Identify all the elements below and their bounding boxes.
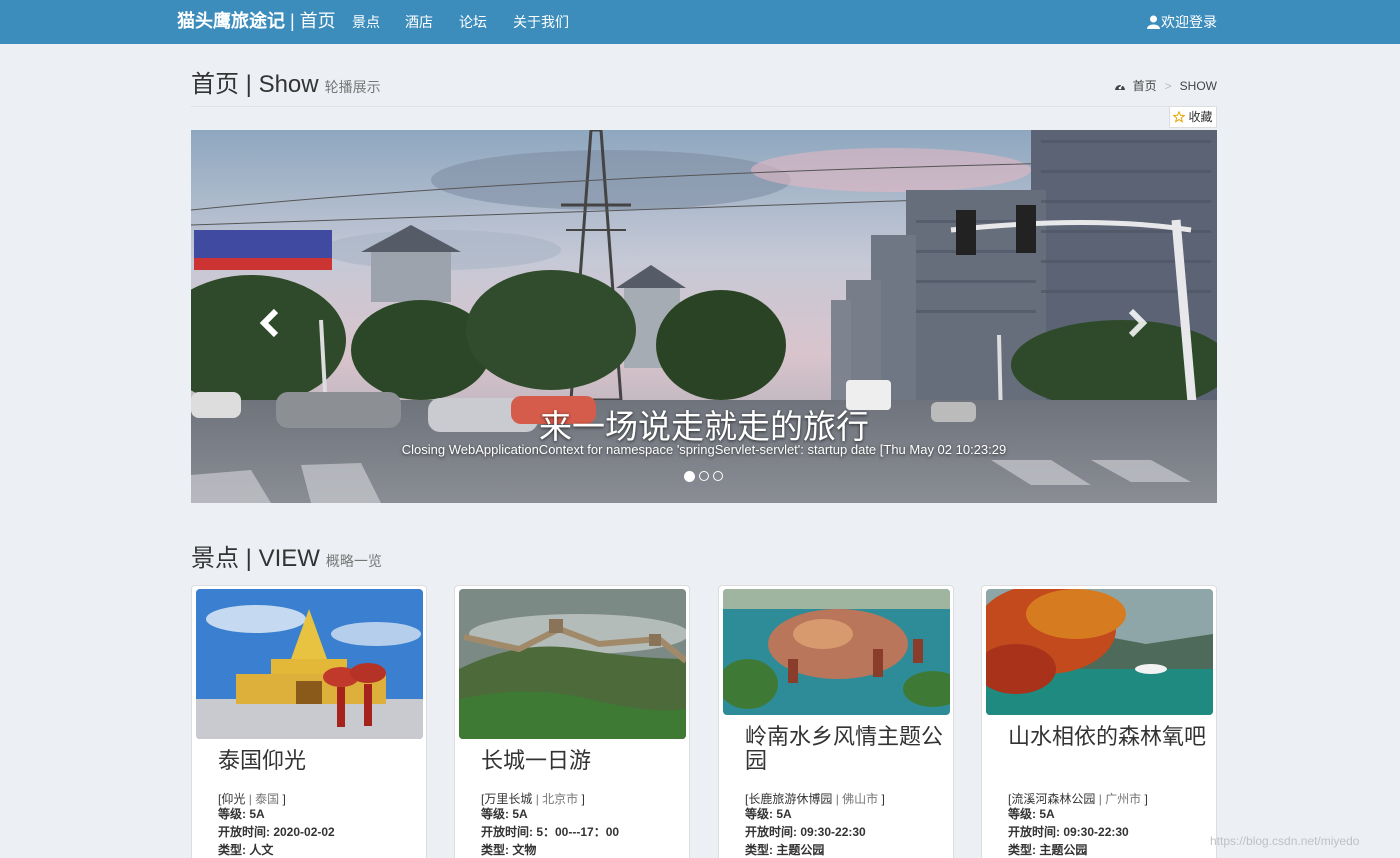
card-grade: 等级: 5A xyxy=(745,807,792,821)
chevron-left-icon xyxy=(259,308,279,338)
card-location-sep: | xyxy=(248,792,252,806)
nav-link-forum[interactable]: 论坛 xyxy=(459,13,487,31)
card-location-name: 流溪河森林公园 xyxy=(1011,792,1096,806)
carousel-next-button[interactable] xyxy=(1121,308,1151,338)
brand-logo[interactable]: 猫头鹰旅途记 | 首页 xyxy=(177,10,336,32)
card-hours: 开放时间: 09:30-22:30 xyxy=(745,825,866,839)
breadcrumb-separator: > xyxy=(1164,79,1172,93)
card-type: 类型: 主题公园 xyxy=(1008,843,1088,857)
attraction-card[interactable]: 岭南水乡风情主题公园 [长鹿旅游休博园 | 佛山市 ] 等级: 5A 开放时间:… xyxy=(718,585,954,858)
card-grade: 等级: 5A xyxy=(218,807,265,821)
card-location-sep: | xyxy=(835,792,839,806)
carousel-indicators xyxy=(684,471,723,482)
card-grade: 等级: 5A xyxy=(481,807,528,821)
brand-page: | 首页 xyxy=(285,11,336,31)
page-header: 首页 | Show 轮播展示 首页 > SHOW xyxy=(191,70,1217,107)
carousel-indicator-3[interactable] xyxy=(713,471,723,481)
attraction-image-water-park[interactable] xyxy=(723,589,950,715)
carousel-indicator-1[interactable] xyxy=(684,471,695,482)
card-title[interactable]: 泰国仰光 xyxy=(218,749,418,773)
login-label: 欢迎登录 xyxy=(1161,14,1217,30)
section-title: 景点 | VIEW 概略一览 xyxy=(191,544,382,576)
card-location-city: 泰国 xyxy=(255,792,280,806)
attraction-card[interactable]: 长城一日游 [万里长城 | 北京市 ] 等级: 5A 开放时间: 5：00---… xyxy=(454,585,690,858)
page-title-text: 首页 | Show xyxy=(191,71,319,98)
carousel: 来一场说走就走的旅行 Closing WebApplicationContext… xyxy=(191,130,1217,503)
card-type: 类型: 文物 xyxy=(481,843,537,857)
watermark: https://blog.csdn.net/miyedo xyxy=(1210,834,1360,848)
card-location: [流溪河森林公园 | 广州市 ] xyxy=(1008,792,1148,806)
carousel-caption-text: Closing WebApplicationContext for namesp… xyxy=(401,442,1007,457)
card-location-sep: | xyxy=(535,792,539,806)
card-location-name: 万里长城 xyxy=(484,792,533,806)
dashboard-icon xyxy=(1114,84,1125,90)
login-link[interactable]: 欢迎登录 xyxy=(1147,12,1217,32)
section-title-text: 景点 | VIEW xyxy=(191,545,320,572)
attraction-image-forest[interactable] xyxy=(986,589,1213,715)
page-title: 首页 | Show 轮播展示 xyxy=(191,70,381,102)
chevron-right-icon xyxy=(1128,308,1148,338)
attraction-image-temple[interactable] xyxy=(196,589,423,739)
card-location: [长鹿旅游休博园 | 佛山市 ] xyxy=(745,792,885,806)
carousel-indicator-2[interactable] xyxy=(699,471,709,481)
user-icon xyxy=(1147,15,1160,29)
card-location-name: 仰光 xyxy=(221,792,246,806)
card-location-sep: | xyxy=(1098,792,1102,806)
star-icon xyxy=(1173,111,1186,123)
brand-name: 猫头鹰旅途记 xyxy=(177,11,285,31)
card-title[interactable]: 长城一日游 xyxy=(481,749,681,773)
card-location: [万里长城 | 北京市 ] xyxy=(481,792,585,806)
favorite-button[interactable]: 收藏 xyxy=(1169,106,1217,128)
card-location-city: 广州市 xyxy=(1105,792,1142,806)
nav-link-about[interactable]: 关于我们 xyxy=(513,13,569,31)
card-hours: 开放时间: 5：00---17：00 xyxy=(481,825,620,839)
card-hours: 开放时间: 09:30-22:30 xyxy=(1008,825,1129,839)
card-location-name: 长鹿旅游休博园 xyxy=(748,792,833,806)
card-location-city: 北京市 xyxy=(542,792,579,806)
attraction-image-great-wall[interactable] xyxy=(459,589,686,739)
attraction-card[interactable]: 泰国仰光 [仰光 | 泰国 ] 等级: 5A 开放时间: 2020-02-02 … xyxy=(191,585,427,858)
card-location-city: 佛山市 xyxy=(842,792,879,806)
card-hours: 开放时间: 2020-02-02 xyxy=(218,825,335,839)
top-navbar: 猫头鹰旅途记 | 首页 景点 酒店 论坛 关于我们 欢迎登录 xyxy=(0,0,1400,44)
page-subtitle: 轮播展示 xyxy=(324,79,381,95)
breadcrumb-home[interactable]: 首页 xyxy=(1133,78,1157,94)
card-title[interactable]: 岭南水乡风情主题公园 xyxy=(745,725,945,773)
nav-link-hotels[interactable]: 酒店 xyxy=(405,13,433,31)
card-title[interactable]: 山水相依的森林氧吧 xyxy=(1008,725,1208,749)
section-subtitle: 概略一览 xyxy=(325,553,382,569)
card-type: 类型: 主题公园 xyxy=(745,843,825,857)
nav-link-sights[interactable]: 景点 xyxy=(352,13,380,31)
attraction-card[interactable]: 山水相依的森林氧吧 [流溪河森林公园 | 广州市 ] 等级: 5A 开放时间: … xyxy=(981,585,1217,858)
card-type: 类型: 人文 xyxy=(218,843,274,857)
card-grade: 等级: 5A xyxy=(1008,807,1055,821)
carousel-prev-button[interactable] xyxy=(256,308,286,338)
card-location: [仰光 | 泰国 ] xyxy=(218,792,286,806)
favorite-label: 收藏 xyxy=(1188,110,1213,124)
breadcrumb-current: SHOW xyxy=(1179,79,1217,93)
breadcrumb: 首页 > SHOW xyxy=(1114,78,1217,94)
